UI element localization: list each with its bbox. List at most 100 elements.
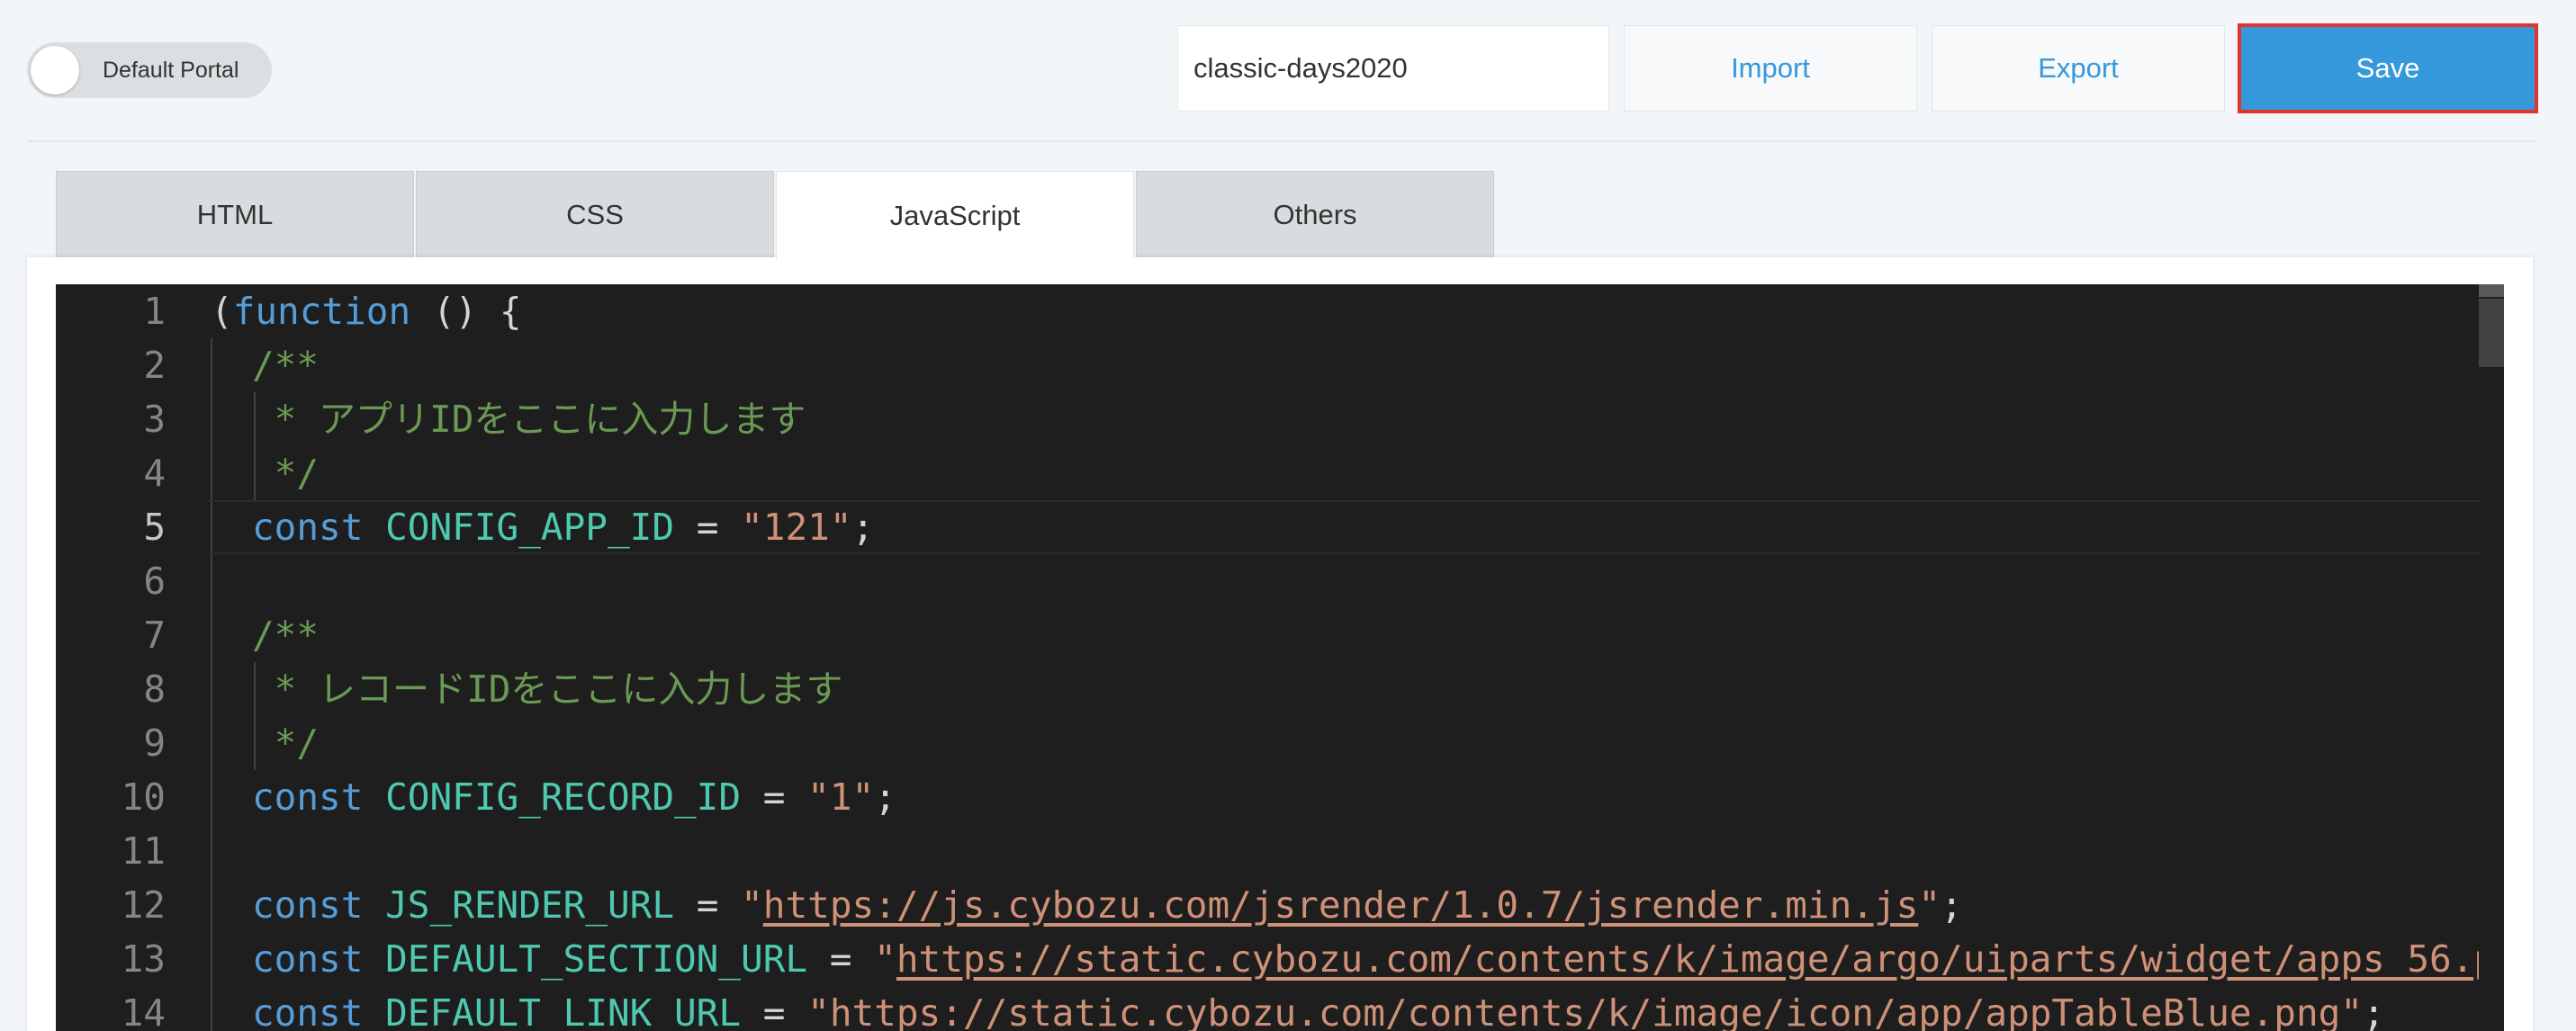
token-const: DEFAULT_LINK_URL [385, 991, 742, 1031]
code-line[interactable]: 2 /** [56, 338, 2504, 392]
token-url[interactable]: https://static.cybozu.com/contents/k/ima… [830, 991, 2341, 1031]
code-line[interactable]: 13 const DEFAULT_SECTION_URL = "https://s… [56, 932, 2504, 986]
scrollbar-top-marker [2479, 284, 2504, 297]
indent-guide [211, 824, 212, 878]
portal-name-input[interactable] [1177, 25, 1609, 112]
token-punc: = [741, 991, 808, 1031]
token-const: DEFAULT_SECTION_URL [385, 937, 808, 981]
scrollbar-thumb[interactable] [2479, 299, 2504, 367]
import-button[interactable]: Import [1624, 25, 1917, 112]
token-kw: const [252, 883, 386, 927]
token-punc: ; [1941, 883, 1963, 927]
indent-guide [211, 554, 212, 608]
code-line[interactable]: 4 */ [56, 446, 2504, 500]
indent-guide [211, 986, 212, 1031]
indent-guide [211, 500, 212, 554]
code-text: * レコードIDをここに入力します [252, 662, 843, 716]
toggle-knob[interactable] [31, 46, 79, 94]
token-const: CONFIG_APP_ID [385, 506, 675, 549]
save-button[interactable]: Save [2238, 23, 2538, 113]
code-line[interactable]: 7 /** [56, 608, 2504, 662]
code-line[interactable]: 9 */ [56, 716, 2504, 770]
indent-guide [211, 932, 212, 986]
token-kw: function [232, 290, 411, 333]
token-str: "1" [807, 775, 875, 819]
token-kw: const [252, 506, 386, 549]
token-punc: ; [2363, 991, 2385, 1031]
token-punc: ( [211, 290, 233, 333]
code-text: * アプリIDをここに入力します [252, 392, 806, 446]
indent-guide [211, 770, 212, 824]
line-number: 3 [143, 398, 166, 441]
token-str: " [874, 937, 896, 981]
line-number: 1 [143, 290, 166, 333]
indent-guide [211, 338, 212, 392]
tab-others[interactable]: Others [1136, 171, 1494, 257]
indent-guide [211, 608, 212, 662]
token-str: " [1918, 883, 1941, 927]
token-punc: = [674, 883, 742, 927]
line-number: 6 [143, 560, 166, 603]
code-text: */ [252, 446, 319, 500]
toggle-label: Default Portal [103, 58, 239, 83]
token-punc: ; [874, 775, 896, 819]
token-punc: ; [851, 506, 875, 549]
tab-javascript[interactable]: JavaScript [776, 171, 1134, 259]
line-number: 10 [121, 775, 166, 819]
code-line[interactable]: 11 [56, 824, 2504, 878]
code-text: (function () { [211, 284, 522, 338]
token-cmt: /** [252, 614, 320, 657]
token-str: " [2340, 991, 2364, 1031]
token-str: " [807, 991, 830, 1031]
line-number: 14 [121, 991, 166, 1031]
line-number: 4 [143, 452, 166, 495]
line-number: 7 [143, 614, 166, 657]
code-text: /** [252, 338, 319, 392]
line-number: 12 [121, 883, 166, 927]
line-number: 13 [121, 937, 166, 981]
code-text: /** [252, 608, 319, 662]
token-url[interactable]: https://static.cybozu.com/contents/k/ima… [896, 937, 2504, 981]
code-line[interactable]: 8 * レコードIDをここに入力します [56, 662, 2504, 716]
code-editor[interactable]: 14 const DEFAULT_LINK_URL = "https://stat… [56, 284, 2504, 1031]
tab-html[interactable]: HTML [56, 171, 414, 257]
line-number: 8 [143, 668, 166, 711]
indent-guide [211, 716, 212, 770]
indent-guide [211, 446, 212, 500]
tab-css[interactable]: CSS [416, 171, 774, 257]
code-text: const DEFAULT_SECTION_URL = "https://sta… [252, 932, 2504, 986]
token-punc: () { [410, 290, 522, 333]
code-text: const DEFAULT_LINK_URL = "https://static… [252, 986, 2385, 1031]
code-text: const CONFIG_RECORD_ID = "1"; [252, 770, 896, 824]
token-url[interactable]: https://js.cybozu.com/jsrender/1.0.7/jsr… [763, 883, 1919, 927]
indent-guide [211, 392, 212, 446]
token-kw: const [252, 775, 386, 819]
editor-scrollbar[interactable] [2479, 284, 2504, 1031]
line-number: 5 [143, 506, 166, 549]
code-line[interactable]: 3 * アプリIDをここに入力します [56, 392, 2504, 446]
code-text: const JS_RENDER_URL = "https://js.cybozu… [252, 878, 1963, 932]
token-const: CONFIG_RECORD_ID [385, 775, 742, 819]
code-line[interactable]: 14 const DEFAULT_LINK_URL = "https://stat… [56, 986, 2504, 1031]
export-button[interactable]: Export [1932, 25, 2225, 112]
code-line[interactable]: 10 const CONFIG_RECORD_ID = "1"; [56, 770, 2504, 824]
token-punc: = [807, 937, 875, 981]
indent-guide [211, 878, 212, 932]
token-str: " [741, 883, 763, 927]
code-line[interactable]: 12 const JS_RENDER_URL = "https://js.cybo… [56, 878, 2504, 932]
token-str: "121" [741, 506, 852, 549]
default-portal-toggle[interactable]: Default Portal [27, 42, 272, 98]
code-line[interactable]: 6 [56, 554, 2504, 608]
indent-guide [211, 662, 212, 716]
line-number: 2 [143, 344, 166, 387]
token-punc: = [741, 775, 808, 819]
token-const: JS_RENDER_URL [385, 883, 675, 927]
code-text: const CONFIG_APP_ID = "121"; [252, 500, 874, 554]
token-cmt: * レコードIDをここに入力します [252, 668, 843, 711]
code-text: */ [252, 716, 319, 770]
token-punc: = [674, 506, 742, 549]
code-line[interactable]: 1 (function () { [56, 284, 2504, 338]
code-line[interactable]: 5 const CONFIG_APP_ID = "121"; [56, 500, 2504, 554]
token-cmt: * アプリIDをここに入力します [252, 398, 806, 441]
line-number: 11 [121, 829, 166, 873]
